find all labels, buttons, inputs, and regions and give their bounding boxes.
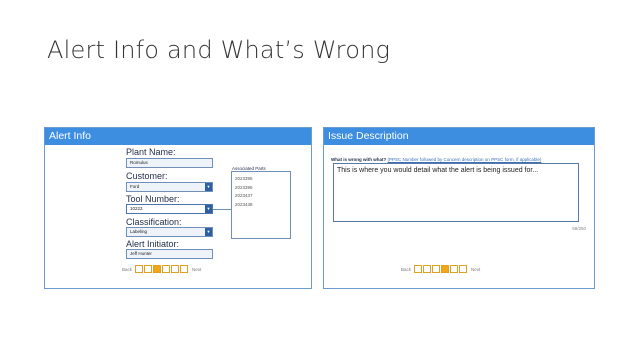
step-indicator-active[interactable] (441, 265, 450, 273)
alert-info-header: Alert Info (45, 128, 311, 145)
step-indicator[interactable] (423, 265, 432, 273)
step-indicator[interactable] (144, 265, 153, 273)
plant-name-value: Romulus (130, 160, 148, 165)
back-button[interactable]: Back (122, 267, 132, 272)
chevron-down-icon: ▼ (205, 228, 212, 236)
character-counter: 68/250 (572, 226, 586, 231)
back-button[interactable]: Back (401, 267, 411, 272)
list-item[interactable]: 2023438 (232, 201, 290, 210)
classification-select[interactable]: Labeling ▼ (126, 227, 213, 237)
alert-info-panel: Alert Info Plant Name: Romulus Customer:… (44, 127, 312, 289)
classification-label: Classification: (126, 217, 182, 227)
step-indicator[interactable] (432, 265, 441, 273)
step-indicator[interactable] (171, 265, 180, 273)
customer-label: Customer: (126, 171, 168, 181)
plant-name-label: Plant Name: (126, 147, 176, 157)
chevron-down-icon: ▼ (205, 183, 212, 191)
issue-description-panel: Issue Description What is wrong with wha… (323, 127, 595, 289)
tool-number-label: Tool Number: (126, 194, 180, 204)
classification-value: Labeling (130, 229, 148, 234)
tool-number-value: 10223 (130, 206, 143, 211)
step-indicator[interactable] (450, 265, 459, 273)
step-indicator[interactable] (459, 265, 468, 273)
chevron-down-icon: ▼ (205, 205, 212, 213)
tool-number-select[interactable]: 10223 ▼ (126, 204, 213, 214)
alert-initiator-label: Alert Initiator: (126, 239, 180, 249)
question-text: What is wrong with what? (331, 157, 387, 162)
list-item[interactable]: 2023396 (232, 184, 290, 193)
connector-line (213, 209, 231, 210)
step-indicator-active[interactable] (153, 265, 162, 273)
alert-initiator-input[interactable]: Jeff Hunter (126, 249, 213, 259)
list-item[interactable]: 2023395 (232, 175, 290, 184)
step-indicator[interactable] (162, 265, 171, 273)
issue-description-textarea[interactable]: This is where you would detail what the … (333, 163, 579, 222)
step-navigation: Back Next (119, 265, 204, 273)
customer-select[interactable]: Ford ▼ (126, 182, 213, 192)
alert-initiator-value: Jeff Hunter (130, 251, 152, 256)
question-label: What is wrong with what? (PPSC Number fo… (331, 157, 541, 162)
issue-description-header: Issue Description (324, 128, 594, 145)
plant-name-input[interactable]: Romulus (126, 158, 213, 168)
step-navigation: Back Next (398, 265, 483, 273)
next-button[interactable]: Next (471, 267, 480, 272)
step-indicator[interactable] (135, 265, 144, 273)
list-item[interactable]: 2023437 (232, 192, 290, 201)
associated-parts-list[interactable]: 2023395 2023396 2023437 2023438 (231, 171, 291, 239)
slide-title: Alert Info and What’s Wrong (47, 36, 391, 64)
question-hint: (PPSC Number followed by Concern descrip… (387, 157, 542, 162)
next-button[interactable]: Next (192, 267, 201, 272)
issue-description-text: This is where you would detail what the … (337, 167, 539, 174)
customer-value: Ford (130, 184, 140, 189)
step-indicator[interactable] (180, 265, 189, 273)
step-indicator[interactable] (414, 265, 423, 273)
